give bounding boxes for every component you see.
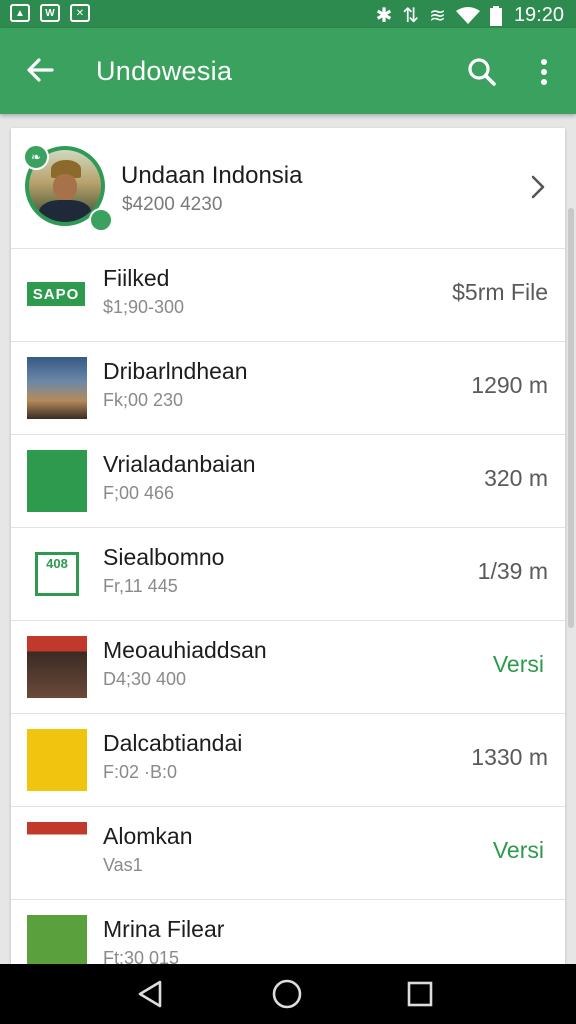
list-item-value: 320 m [484, 465, 548, 491]
profile-row[interactable]: ❧ Undaan Indonsia $4200 4230 [11, 128, 565, 249]
battery-icon [489, 5, 502, 26]
nav-back-button[interactable] [132, 976, 168, 1012]
leaf-badge-icon: ❧ [23, 144, 49, 170]
list-item-value[interactable]: Versi [493, 837, 544, 864]
status-bar: ▲ W ✕ ✱ ⇅ ≋ 19:20 [0, 0, 576, 28]
list-item[interactable]: Mrina Filear Ft:30 015 [11, 900, 565, 968]
list-item[interactable]: Dribarlndhean Fk;00 230 1290 m [11, 342, 565, 435]
item-thumbnail [27, 729, 87, 791]
profile-subtitle: $4200 4230 [122, 194, 223, 215]
status-right-icons: ✱ ⇅ ≋ 19:20 [376, 3, 564, 28]
nav-home-icon [272, 979, 302, 1009]
item-thumbnail [27, 915, 87, 968]
navigation-bar [0, 964, 576, 1024]
list-item-subtitle: $1;90-300 [103, 297, 185, 317]
status-time: 19:20 [513, 4, 564, 26]
list-item-subtitle: Fr,11 445 [103, 576, 178, 596]
list-item-subtitle: Vas1 [103, 855, 143, 875]
chevron-right-icon [523, 172, 553, 202]
list-item[interactable]: Dalcabtiandai F:02 ·B:0 1330 m [11, 714, 565, 807]
item-thumbnail [27, 636, 87, 698]
photo-icon: W [40, 4, 60, 22]
profile-name: Undaan Indonsia [121, 162, 303, 189]
nav-recents-button[interactable] [402, 976, 438, 1012]
list-item[interactable]: Alomkan Vas1 Versi [11, 807, 565, 900]
list-item-subtitle: Fk;00 230 [103, 390, 184, 410]
list-item-subtitle: D4;30 400 [103, 669, 187, 689]
search-icon [468, 58, 496, 86]
status-left-icons: ▲ W ✕ [10, 4, 90, 22]
vibrate-icon: ≋ [429, 5, 446, 27]
image-icon: ▲ [10, 4, 30, 22]
list-item-title: Fiilked [103, 265, 170, 291]
list-item-subtitle: F:02 ·B:0 [103, 762, 178, 782]
nav-back-icon [138, 980, 162, 1008]
item-thumbnail [27, 450, 87, 512]
list-item[interactable]: 408 Siealbomno Fr,11 445 1/39 m [11, 528, 565, 621]
scrollbar[interactable] [568, 208, 574, 628]
more-options-button[interactable] [526, 50, 562, 94]
nav-home-button[interactable] [269, 976, 305, 1012]
app-bar: Undowesia [0, 28, 576, 114]
bluetooth-icon: ✱ [375, 5, 393, 27]
list-item-value: 1/39 m [477, 558, 548, 584]
list-item-subtitle: F;00 466 [103, 483, 175, 503]
list-item-value[interactable]: Versi [493, 651, 544, 678]
nav-recents-icon [407, 981, 433, 1007]
no-signal-icon: ✕ [70, 4, 90, 22]
network-icon: ⇅ [402, 5, 420, 27]
arrow-left-icon [27, 58, 54, 82]
item-thumbnail [27, 822, 87, 884]
list-item-title: Dribarlndhean [103, 358, 248, 384]
list-item-value: 1290 m [471, 372, 548, 398]
search-button[interactable] [460, 50, 504, 94]
list-item-value: 1330 m [471, 744, 548, 770]
list-card: ❧ Undaan Indonsia $4200 4230 SAPO Fiilke… [11, 128, 565, 968]
sapo-logo-thumbnail: SAPO [27, 264, 87, 326]
list-item-title: Siealbomno [103, 544, 225, 570]
wifi-icon [455, 6, 480, 24]
list-item-title: Mrina Filear [103, 916, 225, 942]
list-item-title: Meoauhiaddsan [103, 637, 267, 663]
list-item[interactable]: Vrialadanbaian F;00 466 320 m [11, 435, 565, 528]
list-item-title: Alomkan [103, 823, 193, 849]
list-item-title: Dalcabtiandai [103, 730, 243, 756]
sapo-logo: SAPO [27, 282, 85, 306]
list-item[interactable]: Meoauhiaddsan D4;30 400 Versi [11, 621, 565, 714]
page-title: Undowesia [96, 56, 233, 86]
list-item-title: Vrialadanbaian [103, 451, 256, 477]
item-thumbnail [27, 357, 87, 419]
qr-code-icon: 408 [35, 552, 79, 596]
list-item-value: $5rm File [452, 279, 548, 305]
back-button[interactable] [20, 50, 60, 90]
status-badge [89, 208, 113, 232]
more-vert-icon [541, 59, 547, 85]
list-item[interactable]: SAPO Fiilked $1;90-300 $5rm File [11, 249, 565, 342]
